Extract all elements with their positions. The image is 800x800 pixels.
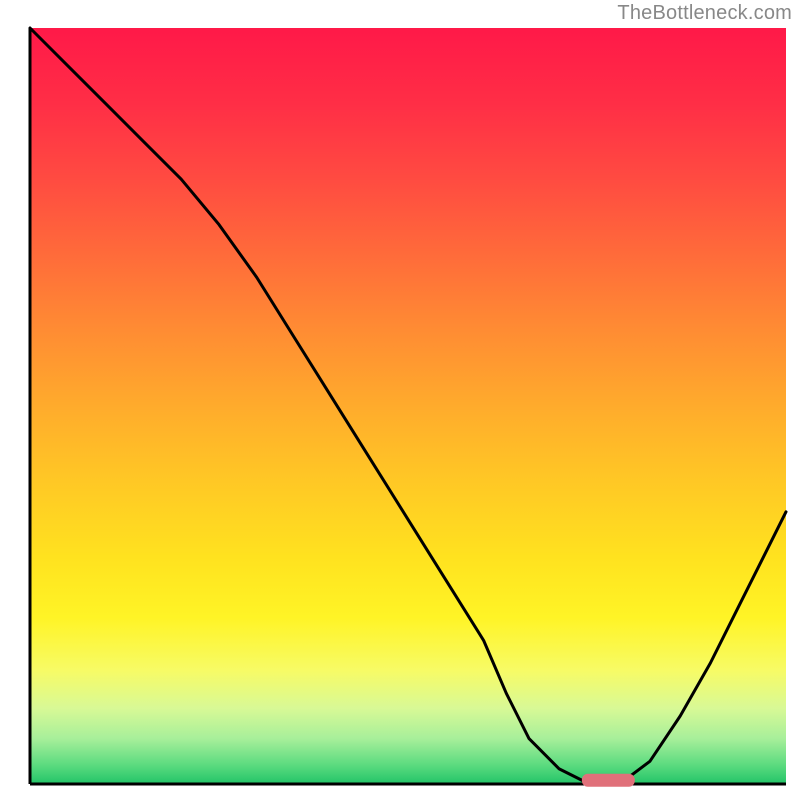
bottleneck-chart: TheBottleneck.com [0, 0, 800, 800]
chart-svg [0, 0, 800, 800]
watermark-text: TheBottleneck.com [617, 2, 792, 25]
optimal-marker [582, 774, 635, 787]
